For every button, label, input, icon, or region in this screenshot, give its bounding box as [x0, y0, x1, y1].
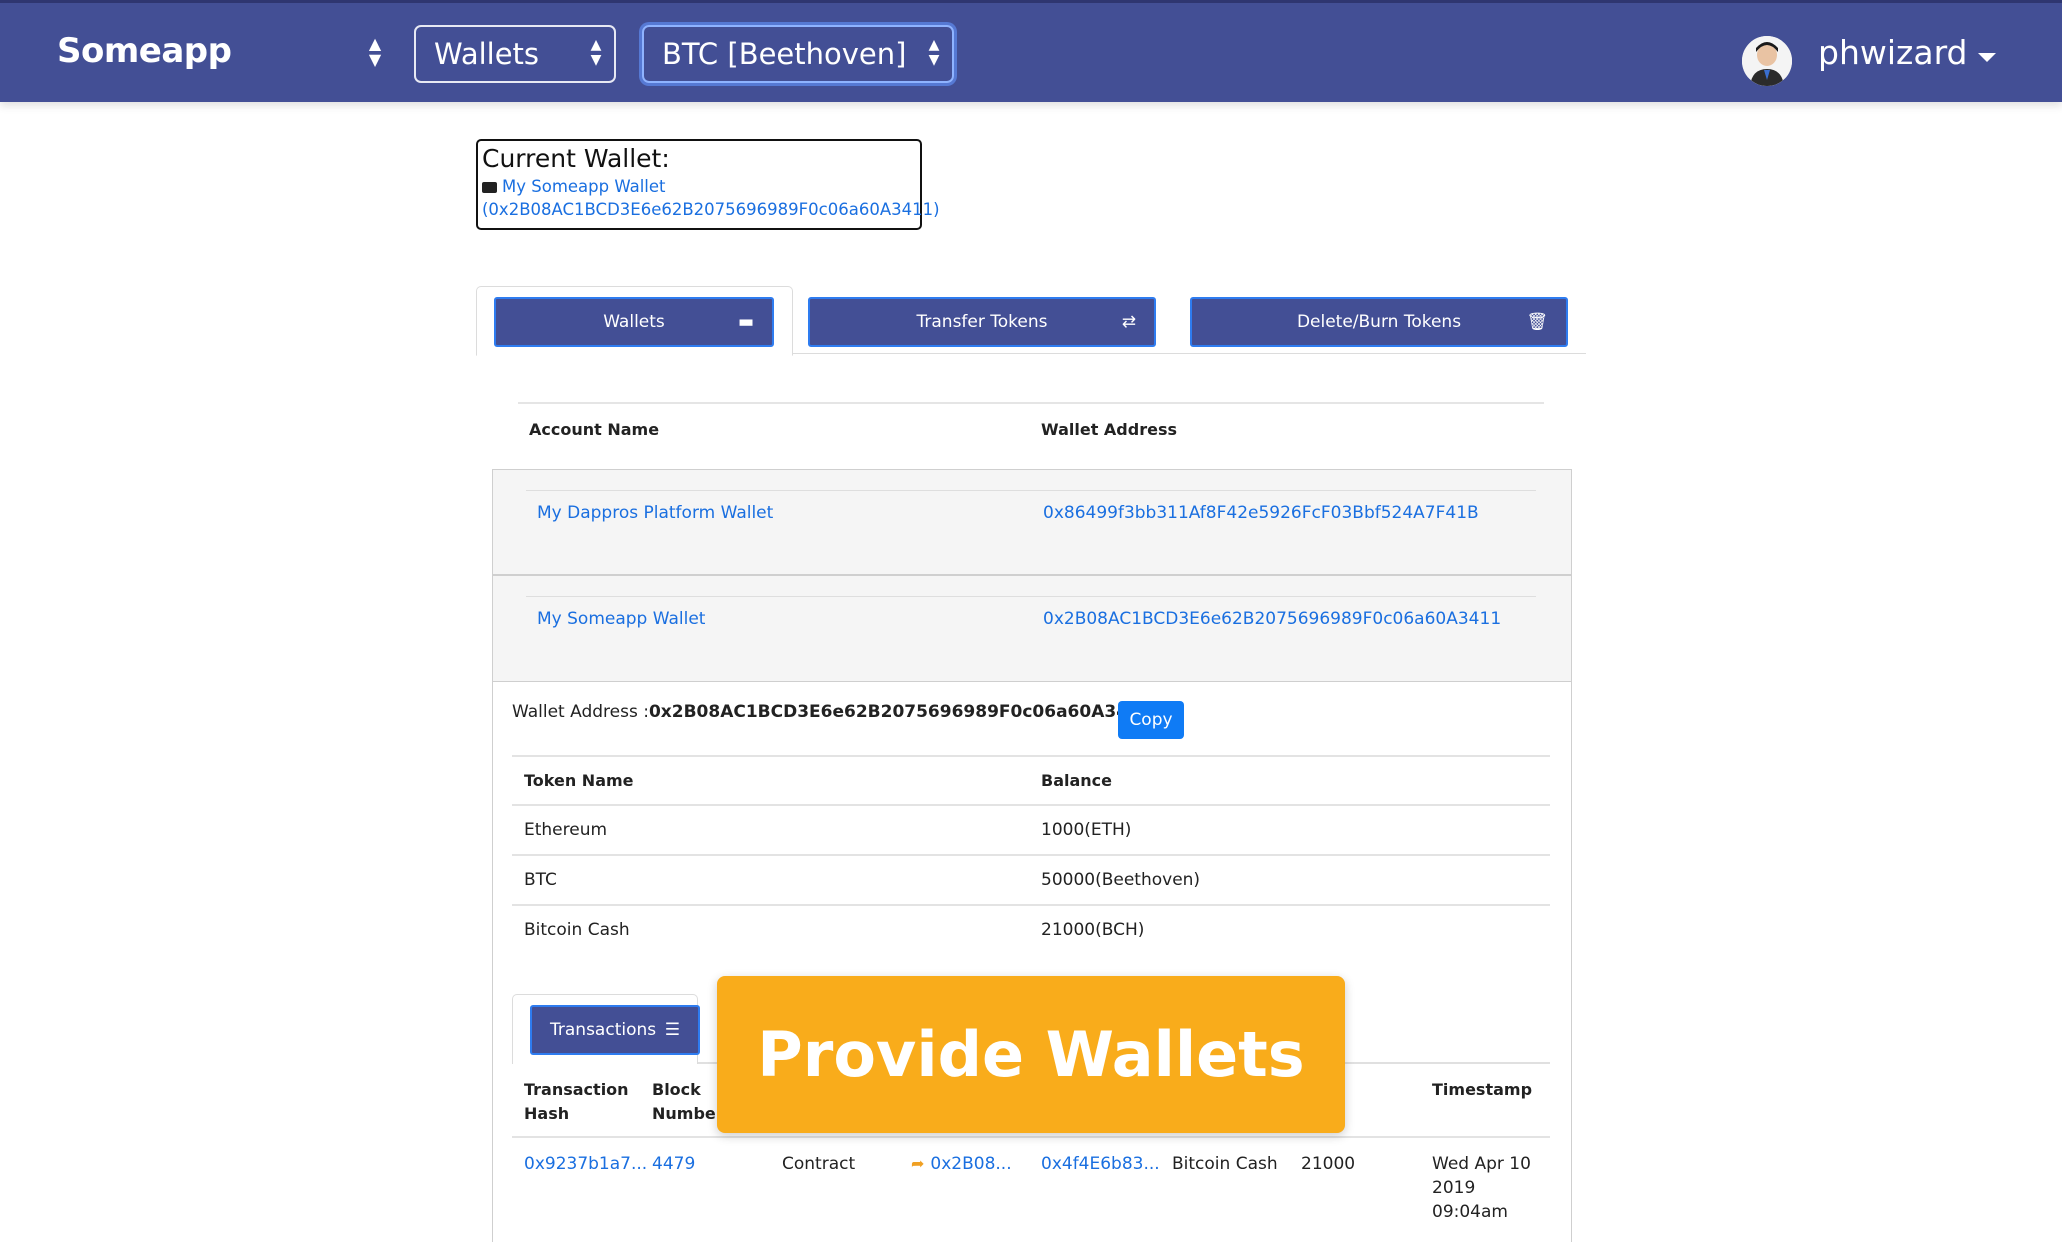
- transaction-value: 21000: [1301, 1154, 1356, 1174]
- token-balance: 50000(Beethoven): [1041, 870, 1201, 890]
- transaction-from[interactable]: ➦ 0x2B08...: [911, 1152, 1012, 1176]
- copy-button[interactable]: Copy: [1118, 701, 1184, 739]
- divider: [526, 490, 1536, 491]
- token-name: Bitcoin Cash: [524, 920, 630, 940]
- wallet-address-value: 0x2B08AC1BCD3E6e62B2075696989F0c06a60A34…: [648, 702, 1152, 722]
- account-name-link[interactable]: My Dappros Platform Wallet: [537, 503, 773, 523]
- avatar[interactable]: [1742, 36, 1792, 86]
- column-header-wallet-address: Wallet Address: [1041, 420, 1177, 439]
- top-navbar: Someapp ▲ ▼ Wallets ▲ ▼ BTC [Beethoven] ▲ ▼…: [0, 0, 2062, 102]
- divider: [512, 755, 1550, 757]
- brand-logo[interactable]: Someapp: [57, 31, 232, 71]
- token-balance: 1000(ETH): [1041, 820, 1132, 840]
- token-balance: 21000(BCH): [1041, 920, 1145, 940]
- app-select-value: Wallets: [434, 37, 540, 71]
- column-header-account-name: Account Name: [529, 420, 660, 439]
- trash-icon: 🗑: [1526, 312, 1548, 332]
- select-arrows-icon: ▲ ▼: [928, 37, 940, 68]
- column-header-balance: Balance: [1041, 771, 1112, 790]
- tab-delete-burn-tokens[interactable]: Delete/Burn Tokens 🗑: [1190, 297, 1568, 347]
- token-name: Ethereum: [524, 820, 608, 840]
- current-wallet-address[interactable]: (0x2B08AC1BCD3E6e62B2075696989F0c06a60A3…: [482, 200, 940, 219]
- column-header-timestamp: Timestamp: [1432, 1080, 1533, 1099]
- transaction-type: Contract: [782, 1154, 856, 1174]
- sign-out-icon: ➦: [911, 1154, 925, 1173]
- username[interactable]: phwizard: [1818, 33, 1968, 72]
- block-number-link[interactable]: 4479: [652, 1152, 695, 1176]
- app-select[interactable]: Wallets ▲ ▼: [414, 25, 616, 83]
- transaction-hash-link[interactable]: 0x9237b1a7...: [524, 1152, 647, 1176]
- tab-transfer-tokens[interactable]: Transfer Tokens ⇄: [808, 297, 1156, 347]
- divider: [512, 804, 1550, 806]
- account-address-link[interactable]: 0x86499f3bb311Af8F42e5926FcF03Bbf524A7F4…: [1043, 503, 1479, 523]
- column-header-token-name: Token Name: [524, 771, 634, 790]
- account-address-link[interactable]: 0x2B08AC1BCD3E6e62B2075696989F0c06a60A34…: [1043, 609, 1501, 629]
- token-name: BTC: [524, 870, 557, 890]
- transactions-button[interactable]: Transactions ☰: [530, 1005, 700, 1055]
- wallet-address-label: Wallet Address :0x2B08AC1BCD3E6e62B20756…: [512, 702, 1152, 722]
- tab-wallets[interactable]: Wallets ▬: [494, 297, 774, 347]
- current-wallet-title: Current Wallet:: [482, 144, 670, 173]
- column-header-block-number: Block Number: [652, 1080, 724, 1123]
- current-wallet-link[interactable]: My Someapp Wallet (0x2B08AC1BCD3E6e62B20…: [482, 175, 940, 221]
- divider: [518, 402, 1544, 404]
- provide-wallets-banner: Provide Wallets: [717, 976, 1345, 1133]
- divider: [512, 854, 1550, 856]
- column-header-transaction-hash: Transaction Hash: [524, 1080, 629, 1123]
- transaction-timestamp: Wed Apr 10 2019 09:04am: [1432, 1154, 1531, 1222]
- exchange-icon: ⇄: [1121, 312, 1136, 332]
- user-menu-caret-icon[interactable]: [1978, 53, 1996, 62]
- accounts-panel: [492, 469, 1572, 682]
- token-select[interactable]: BTC [Beethoven] ▲ ▼: [642, 25, 954, 83]
- current-wallet-box: Current Wallet: My Someapp Wallet (0x2B0…: [476, 139, 940, 230]
- transaction-to-link[interactable]: 0x4f4E6b83...: [1041, 1152, 1160, 1176]
- row-separator: [493, 574, 1571, 576]
- divider: [526, 596, 1536, 597]
- divider: [512, 1136, 1550, 1138]
- wallet-icon: ▬: [737, 312, 754, 332]
- select-arrows-icon: ▲ ▼: [590, 37, 602, 68]
- list-icon: ☰: [664, 1020, 680, 1040]
- divider: [512, 904, 1550, 906]
- app-switch-arrows-icon[interactable]: ▲ ▼: [364, 36, 386, 72]
- transaction-token: Bitcoin Cash: [1172, 1154, 1278, 1174]
- account-name-link[interactable]: My Someapp Wallet: [537, 609, 705, 629]
- wallet-icon: [482, 182, 497, 193]
- token-select-value: BTC [Beethoven]: [662, 37, 907, 71]
